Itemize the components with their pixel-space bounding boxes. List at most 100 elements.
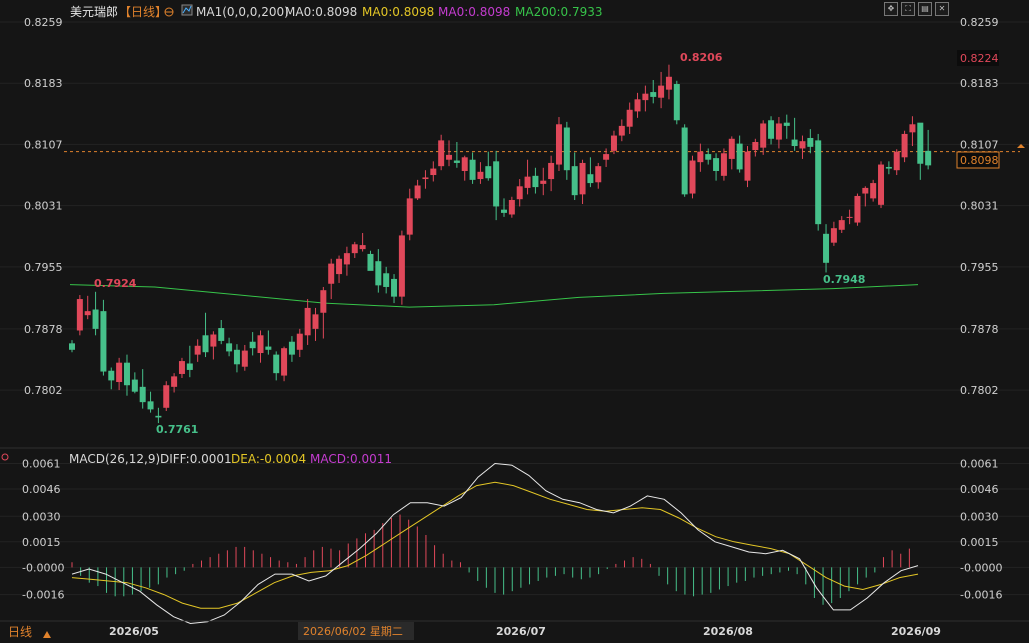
candle [406,188,413,241]
candle-body [446,154,453,160]
left-high-annotation: 0.7924 [94,277,137,290]
candle-body [563,127,570,171]
candle [516,179,523,207]
candle [485,151,492,181]
close-icon[interactable]: ✕ [935,2,949,16]
candle-body [202,335,209,353]
candle [783,114,790,139]
candle-body [281,348,288,376]
price-tick-left: 0.8259 [24,16,63,29]
candle-body [878,164,885,205]
expand-icon[interactable]: ⛶ [901,2,915,16]
price-tick-right: 0.8259 [960,16,999,29]
candle-body [917,122,924,164]
macd-tick-right: 0.0030 [960,510,999,523]
candle-body [909,124,916,133]
candle [917,122,924,180]
candle [713,153,720,181]
candle-body [84,311,91,316]
candle [595,162,602,189]
candle [163,381,170,412]
candle [563,121,570,180]
candle-body [838,220,845,230]
candle [555,117,562,171]
price-tick-right: 0.8183 [960,77,999,90]
period-tab[interactable]: 日线 [8,625,32,639]
candle [123,354,130,396]
candle [84,295,91,320]
candle [807,129,814,154]
move-icon[interactable]: ✥ [884,2,898,16]
candle-body [618,125,625,136]
candle [430,161,437,182]
cursor-date-label: 2026/06/02 星期二 [303,625,403,638]
candle [383,266,390,294]
candle [461,155,468,181]
candle [587,157,594,188]
macd-tick-right: -0.0016 [960,589,1002,602]
candle [76,295,83,336]
candle [155,407,162,424]
ma-value-3: MA200:0.7933 [515,5,603,19]
candle-body [163,385,170,408]
candle [328,258,335,300]
candle [493,150,500,221]
candle-body [147,401,154,410]
candle [108,367,115,390]
candle [579,159,586,205]
candle [477,162,484,184]
split-icon[interactable]: ▤ [918,2,932,16]
candle-body [131,379,138,392]
candle-body [736,143,743,170]
price-tick-right: 0.7878 [960,323,999,336]
candle [265,330,272,355]
candle [823,224,830,273]
candle-body [320,290,327,313]
candle-body [524,176,531,188]
candle-body [194,345,201,355]
date-label-3: 2026/09 [891,625,941,638]
candle-body [218,328,225,341]
candle [233,344,240,373]
candle [241,344,248,371]
candle-body [501,209,507,213]
candle [139,369,146,409]
candle-body [658,85,665,98]
chart-canvas[interactable]: 0.8259 0.8259 0.8183 0.8183 0.8107 0.8107 0.80… [0,0,1029,643]
candle-body [367,253,374,271]
candle-body [108,370,115,381]
candle [131,372,138,394]
candle-body [885,166,892,169]
macd-value: MACD:0.0011 [310,452,392,466]
candle [186,345,193,378]
candle [720,148,727,181]
macd-tick-left: 0.0046 [22,483,61,496]
candle [226,337,233,357]
candle-body [634,99,641,112]
candle-body [893,151,900,171]
candle [296,328,303,358]
candle-body [92,309,99,329]
candle [870,179,877,202]
candle-body [555,124,562,165]
candle [508,196,515,218]
period-label[interactable]: 【日线】 [119,5,167,19]
candle [665,64,672,100]
candle [524,159,531,195]
candle [92,291,99,336]
candle-body [304,307,311,336]
macd-dea: DEA:-0.0004 [231,452,306,466]
candle-body [336,258,343,275]
date-label-1: 2026/07 [496,625,546,638]
candle [799,135,806,159]
candle [414,179,421,200]
macd-tick-left: -0.0016 [22,589,64,602]
macd-settings-icon[interactable] [1,453,9,461]
candle [100,299,107,376]
candle-body [752,142,759,151]
macd-label: MACD(26,12,9) [69,452,160,466]
ma-value-2: MA0:0.8098 [438,5,510,19]
price-tick-right: 0.8031 [960,200,999,213]
candle-body [257,335,264,354]
candle-body [508,199,515,215]
